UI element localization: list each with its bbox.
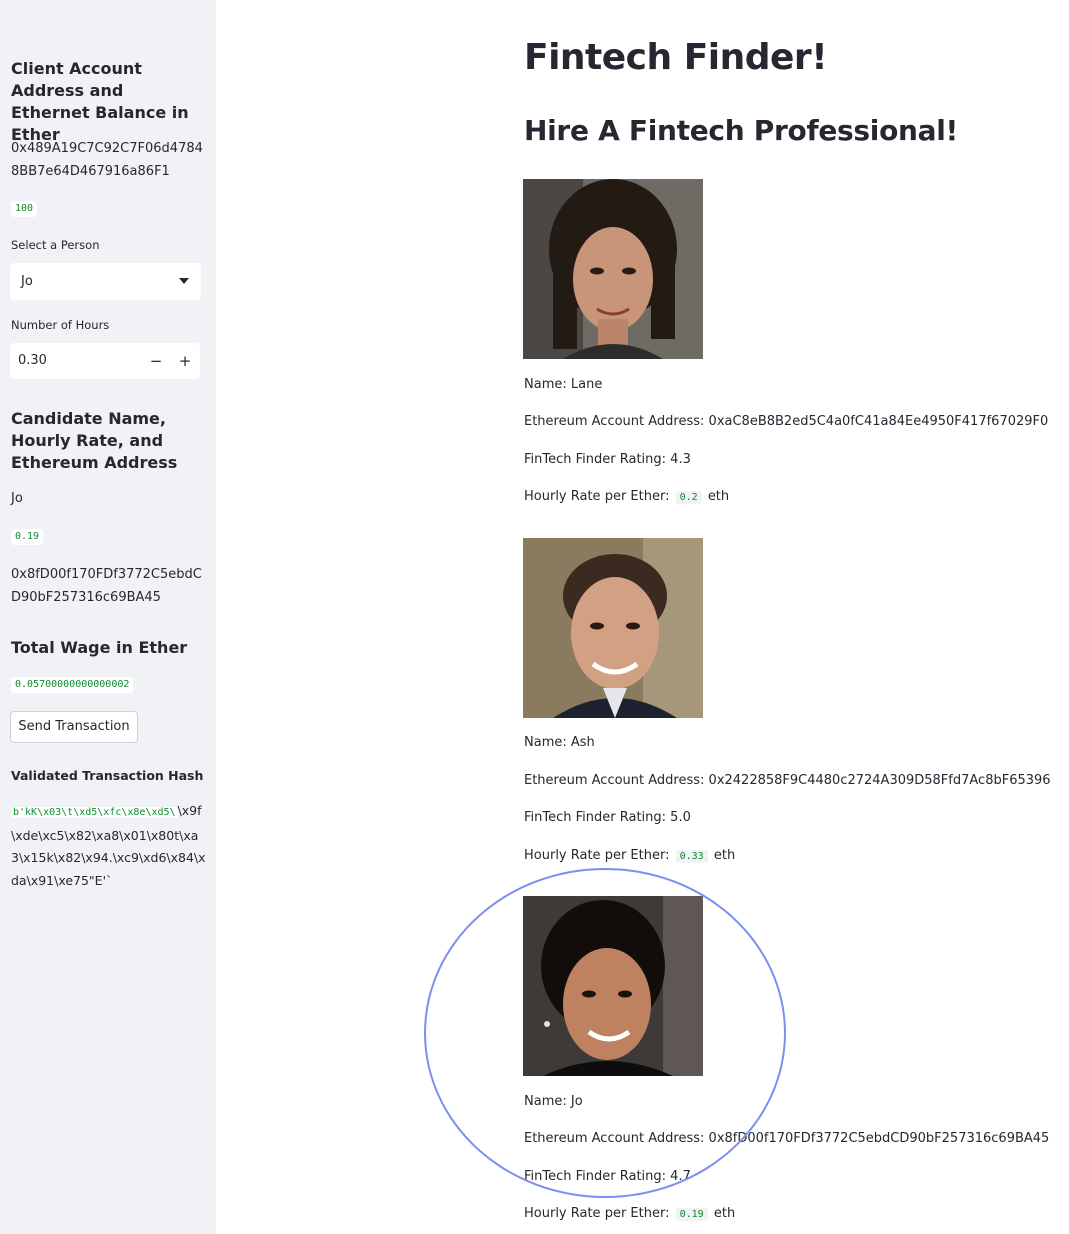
candidate-rating-ash: FinTech Finder Rating: 5.0	[524, 810, 691, 825]
candidate-rating-jo: FinTech Finder Rating: 4.7	[524, 1169, 691, 1184]
candidate-heading: Candidate Name, Hourly Rate, and Ethereu…	[11, 409, 178, 472]
main-content: Fintech Finder! Hire A Fintech Professio…	[216, 0, 1069, 1234]
candidate-rate-jo: Hourly Rate per Ether: 0.19 eth	[524, 1206, 736, 1221]
hours-label: Number of Hours	[11, 318, 110, 332]
candidate-photo-jo	[523, 896, 703, 1076]
sidebar: Client Account Address and Ethernet Bala…	[0, 0, 216, 1234]
candidate-name-jo: Name: Jo	[524, 1094, 583, 1109]
page-title: Fintech Finder!	[524, 37, 828, 78]
increment-button[interactable]: +	[171, 343, 199, 379]
candidate-address-jo: Ethereum Account Address: 0x8fD00f170FDf…	[524, 1131, 1050, 1146]
candidate-address-lane: Ethereum Account Address: 0xaC8eB8B2ed5C…	[524, 414, 1049, 429]
candidate-address: 0x8fD00f170FDf3772C5ebdCD90bF257316c69BA…	[11, 567, 202, 605]
total-wage-value: 0.05700000000000002	[11, 677, 134, 693]
client-balance: 100	[11, 201, 38, 217]
candidate-rate-ash: Hourly Rate per Ether: 0.33 eth	[524, 848, 736, 863]
candidate-rate-lane: Hourly Rate per Ether: 0.2 eth	[524, 489, 730, 504]
candidate-photo-lane	[523, 179, 703, 359]
page-subtitle: Hire A Fintech Professional!	[524, 114, 959, 147]
candidate-photo-ash	[523, 538, 703, 718]
person-select-value: Jo	[21, 274, 33, 289]
chevron-down-icon	[179, 278, 189, 284]
send-transaction-button[interactable]: Send Transaction	[10, 711, 138, 743]
total-wage-heading: Total Wage in Ether	[11, 638, 188, 657]
candidate-name-lane: Name: Lane	[524, 377, 603, 392]
hours-input[interactable]: 0.30	[18, 343, 47, 379]
client-account-heading: Client Account Address and Ethernet Bala…	[11, 59, 189, 144]
transaction-hash-heading: Validated Transaction Hash	[11, 768, 204, 783]
candidate-name: Jo	[11, 491, 23, 506]
transaction-hash: b'kK\x03\t\xd5\xfc\x8e\xd5\ \x9f\xde\xc5\…	[11, 800, 206, 892]
person-select[interactable]: Jo	[10, 263, 201, 300]
candidate-rating-lane: FinTech Finder Rating: 4.3	[524, 452, 691, 467]
decrement-button[interactable]: −	[142, 343, 170, 379]
candidate-address-ash: Ethereum Account Address: 0x2422858F9C44…	[524, 773, 1051, 788]
client-address: 0x489A19C7C92C7F06d47848BB7e64D467916a86…	[11, 141, 203, 179]
select-person-label: Select a Person	[11, 238, 100, 252]
candidate-name-ash: Name: Ash	[524, 735, 595, 750]
candidate-rate: 0.19	[11, 529, 44, 545]
hours-stepper[interactable]: 0.30 − +	[10, 343, 200, 379]
transaction-hash-code: b'kK\x03\t\xd5\xfc\x8e\xd5\	[11, 807, 178, 818]
